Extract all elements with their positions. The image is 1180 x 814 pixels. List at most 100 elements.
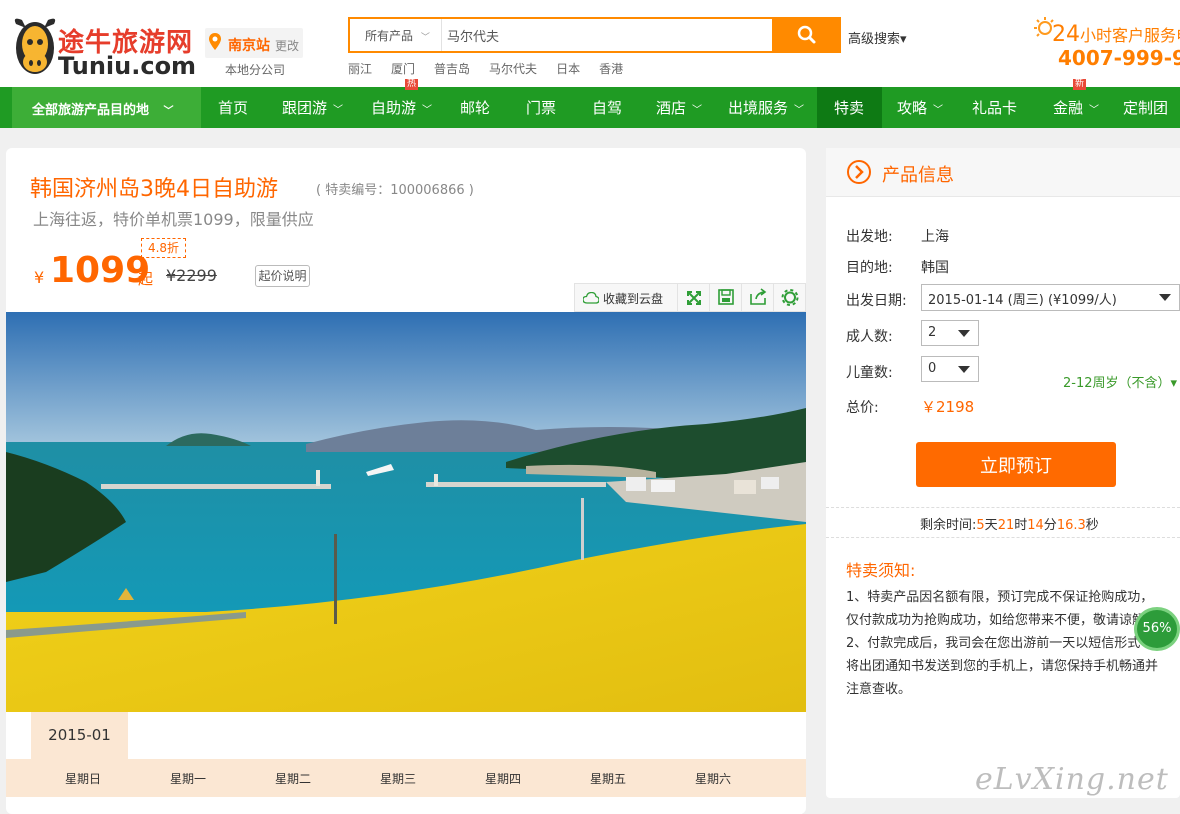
price-explanation-button[interactable]: 起价说明	[255, 265, 310, 287]
nav-item-label: 自助游	[371, 99, 417, 117]
adults-select[interactable]: 2	[921, 320, 979, 346]
hotline-number: 4007-999-9	[1058, 46, 1180, 70]
location-pin-icon	[209, 33, 221, 50]
countdown-days: 5	[976, 518, 985, 533]
weekday-label: 星期三	[380, 772, 417, 786]
depart-date-value: 2015-01-14 (周三) (¥1099/人)	[928, 293, 1117, 308]
nav-item-guides[interactable]: 攻略 ﹀	[897, 87, 943, 128]
arrow-circle-icon	[847, 160, 871, 184]
weekday-label: 星期四	[485, 772, 522, 786]
all-destinations-label: 全部旅游产品目的地	[32, 103, 150, 118]
countdown-timer: 剩余时间:5天21时14分16.3秒	[826, 507, 1180, 538]
nav-item-flash-sale[interactable]: 特卖	[834, 87, 864, 128]
sale-notice-title: 特卖须知:	[846, 561, 916, 580]
child-age-note[interactable]: 2-12周岁（不含）▾	[1063, 372, 1177, 391]
sale-notice-text: 1、特卖产品因名额有限，预订完成不保证抢购成功， 仅付款成功为抢购成功，如给您带…	[846, 586, 1180, 701]
nav-item-self-guided[interactable]: 热自助游 ﹀	[371, 79, 432, 128]
change-city-link[interactable]: 更改	[275, 37, 299, 54]
chevron-down-icon: ﹀	[933, 105, 944, 116]
calendar-weekday-header: 星期日 星期一 星期二 星期三 星期四 星期五 星期六	[6, 759, 806, 797]
all-destinations-menu[interactable]: 全部旅游产品目的地 ﹀	[12, 87, 201, 128]
settings-button[interactable]	[773, 284, 805, 311]
expand-icon	[687, 291, 701, 305]
advanced-search-link[interactable]: 高级搜索▾	[848, 28, 907, 47]
nav-item-outbound[interactable]: 出境服务 ﹀	[728, 87, 804, 128]
destination-label: 目的地:	[846, 260, 893, 276]
save-icon	[718, 289, 734, 305]
share-button[interactable]	[741, 284, 773, 311]
save-to-cloud-button[interactable]: 收藏到云盘	[575, 284, 677, 311]
current-city: 南京站	[228, 38, 270, 54]
nav-item-tickets[interactable]: 门票	[526, 87, 556, 128]
weekday-label: 星期日	[65, 772, 102, 786]
total-price: ￥2198	[921, 398, 975, 416]
chevron-down-icon: ﹀	[163, 106, 174, 117]
nav-item-self-drive[interactable]: 自驾	[592, 87, 622, 128]
children-select[interactable]: 0	[921, 356, 979, 382]
booking-panel-header	[826, 148, 1180, 197]
watermark: eLvXing.net	[975, 762, 1169, 797]
product-title: 韩国济州岛3晚4日自助游	[30, 177, 278, 202]
price-unit: 起	[138, 270, 154, 288]
chevron-down-icon: ﹀	[420, 33, 430, 43]
nav-item-gift-card[interactable]: 礼品卡	[972, 87, 1017, 128]
original-price: ¥2299	[166, 266, 217, 285]
hot-word-link[interactable]: 马尔代夫	[489, 62, 537, 76]
nav-item-label: 邮轮	[460, 99, 491, 117]
hot-word-link[interactable]: 丽江	[348, 62, 372, 76]
dropdown-arrow-icon	[958, 330, 970, 337]
countdown-label: 剩余时间:	[920, 518, 977, 533]
nav-item-group-tour[interactable]: 跟团游 ﹀	[282, 87, 343, 128]
save-image-button[interactable]	[709, 284, 741, 311]
coastal-landscape-image	[6, 312, 806, 712]
search-category-select[interactable]: 所有产品 ﹀	[350, 19, 442, 51]
nav-item-finance[interactable]: 新金融 ﹀	[1053, 79, 1099, 128]
nav-item-home[interactable]: 首页	[218, 87, 248, 128]
booking-panel-title: 产品信息	[882, 165, 954, 186]
hot-word-link[interactable]: 普吉岛	[434, 62, 470, 76]
nav-item-label: 跟团游	[282, 99, 328, 117]
countdown-unit: 分	[1043, 518, 1057, 533]
gear-icon	[781, 289, 799, 306]
adults-value: 2	[928, 325, 937, 340]
depart-value: 上海	[921, 229, 949, 245]
product-photo	[6, 312, 806, 712]
nav-item-cruise[interactable]: 邮轮	[460, 87, 490, 128]
nav-item-label: 特卖	[834, 99, 865, 117]
nav-item-label: 出境服务	[728, 99, 789, 117]
children-value: 0	[928, 361, 937, 376]
nav-item-custom-tour[interactable]: 定制团	[1123, 87, 1168, 128]
local-branch-link[interactable]: 本地分公司	[225, 61, 285, 78]
price-currency: ¥	[34, 268, 45, 287]
nav-item-label: 门票	[526, 99, 557, 117]
new-badge: 新	[1073, 79, 1087, 90]
main-nav: 全部旅游产品目的地 ﹀ 首页 跟团游 ﹀ 热自助游 ﹀ 邮轮 门票 自驾 酒店 ﹀ 出…	[0, 79, 1180, 128]
nav-item-label: 攻略	[897, 99, 928, 117]
product-subtitle: 上海往返，特价单机票1099，限量供应	[33, 210, 314, 229]
image-toolbar: 收藏到云盘	[574, 283, 806, 312]
weekday-label: 星期六	[695, 772, 732, 786]
calendar-month-tab[interactable]: 2015-01	[31, 712, 128, 759]
notice-line: 1、特卖产品因名额有限，预订完成不保证抢购成功，	[846, 590, 1154, 605]
hotline-label-text: 小时客户服务电	[1080, 26, 1180, 45]
search-input[interactable]	[443, 19, 773, 51]
search-button[interactable]	[773, 17, 841, 53]
share-icon	[750, 288, 767, 305]
nav-item-label: 首页	[218, 99, 249, 117]
nav-item-hotel[interactable]: 酒店 ﹀	[656, 87, 702, 128]
depart-date-select[interactable]: 2015-01-14 (周三) (¥1099/人)	[921, 284, 1180, 311]
hot-word-link[interactable]: 日本	[556, 62, 580, 76]
search-bar: 所有产品 ﹀	[348, 17, 774, 53]
search-icon	[797, 25, 816, 44]
hot-word-link[interactable]: 香港	[599, 62, 623, 76]
fullscreen-button[interactable]	[677, 284, 709, 311]
hot-word-link[interactable]: 厦门	[391, 62, 415, 76]
dropdown-arrow-icon	[958, 366, 970, 373]
progress-float-ball[interactable]: 56%	[1134, 607, 1180, 651]
dropdown-arrow-icon	[1159, 294, 1171, 301]
tuniu-logo[interactable]: 途牛旅游网 Tuniu.com	[10, 14, 196, 80]
calendar-grid	[12, 797, 802, 814]
nav-item-label: 定制团	[1123, 99, 1169, 117]
book-now-button[interactable]: 立即预订	[916, 442, 1116, 487]
notice-line: 2、付款完成后，我司会在您出游前一天以短信形式	[846, 636, 1141, 651]
